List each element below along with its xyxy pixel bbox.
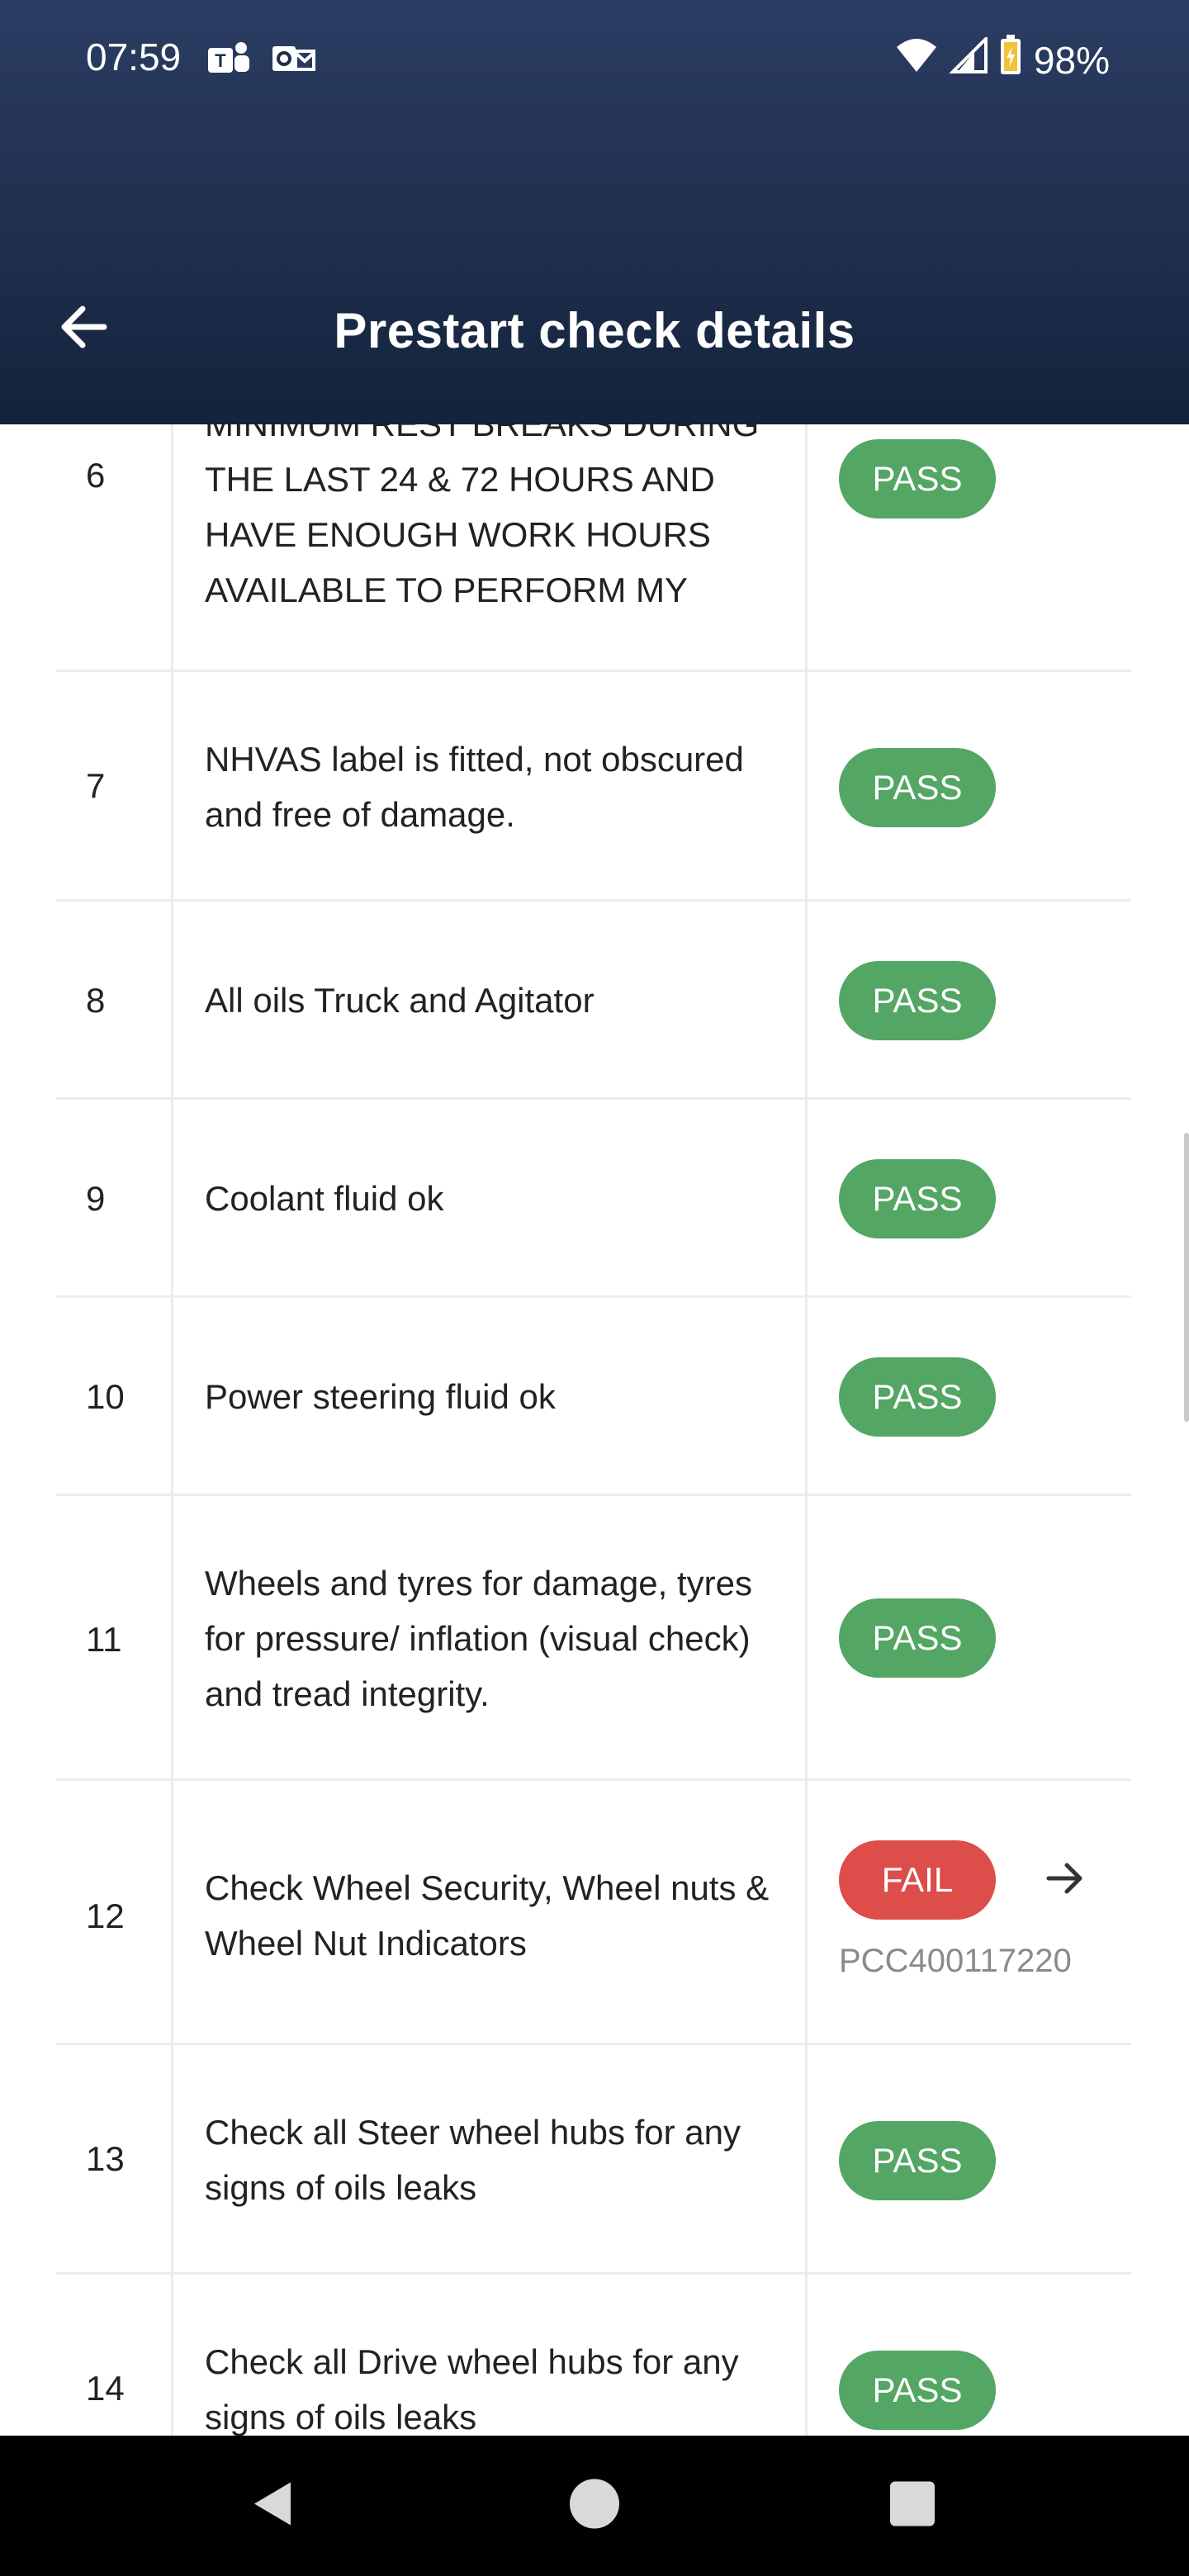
row-number: 12 <box>86 1896 125 1935</box>
pass-badge: PASS <box>839 2351 996 2430</box>
battery-percentage: 98% <box>1033 38 1110 82</box>
row-description: Check all Drive wheel hubs for any signs… <box>205 2342 739 2436</box>
row-description: Check Wheel Security, Wheel nuts & Wheel… <box>205 1868 770 1963</box>
status-bar: 07:59 T 98% <box>0 0 1189 116</box>
open-defect-button[interactable] <box>1030 1845 1100 1915</box>
table-row: 8 All oils Truck and Agitator PASS <box>56 902 1131 1100</box>
row-number: 8 <box>86 981 106 1020</box>
triangle-back-icon <box>248 2482 297 2534</box>
outlook-icon <box>271 40 317 78</box>
scrollbar[interactable] <box>1184 1133 1189 1422</box>
status-time: 07:59 <box>86 36 182 78</box>
pass-badge: PASS <box>839 1598 996 1678</box>
arrow-right-icon <box>1044 1857 1087 1904</box>
fail-badge: FAIL <box>839 1840 996 1920</box>
row-description: Check all Steer wheel hubs for any signs… <box>205 2113 741 2207</box>
table-row: 11 Wheels and tyres for damage, tyres fo… <box>56 1496 1131 1781</box>
status-right: 98% <box>895 35 1110 85</box>
row-number: 11 <box>86 1620 122 1659</box>
row-description: Coolant fluid ok <box>205 1179 444 1218</box>
table-row[interactable]: 12 Check Wheel Security, Wheel nuts & Wh… <box>56 1781 1131 2045</box>
pass-badge: PASS <box>839 2121 996 2200</box>
table-row: 10 Power steering fluid ok PASS <box>56 1298 1131 1496</box>
row-number: 9 <box>86 1179 106 1218</box>
defect-reference: PCC400117220 <box>839 1943 1072 1979</box>
wifi-icon <box>895 37 938 83</box>
row-number: 7 <box>86 766 106 805</box>
row-number: 14 <box>86 2369 125 2408</box>
system-nav-bar <box>0 2436 1189 2576</box>
row-description: All oils Truck and Agitator <box>205 981 594 1020</box>
row-number: 13 <box>86 2139 125 2178</box>
circle-home-icon <box>568 2479 621 2534</box>
row-description: NHVAS label is fitted, not obscured and … <box>205 740 744 834</box>
page-title: Prestart check details <box>334 303 855 358</box>
row-description: Power steering fluid ok <box>205 1377 556 1416</box>
row-description: Wheels and tyres for damage, tyres for p… <box>205 1564 752 1713</box>
nav-home-button[interactable] <box>568 2478 621 2535</box>
pass-badge: PASS <box>839 748 996 827</box>
row-number: 10 <box>86 1377 125 1416</box>
pass-badge: PASS <box>839 961 996 1040</box>
svg-text:T: T <box>215 50 226 71</box>
pass-badge: PASS <box>839 439 996 519</box>
pass-badge: PASS <box>839 1159 996 1238</box>
pass-badge: PASS <box>839 1357 996 1437</box>
app-bar: 07:59 T 98% Prestart check details <box>0 0 1189 424</box>
signal-icon <box>949 35 988 83</box>
table-row: 7 NHVAS label is fitted, not obscured an… <box>56 672 1131 902</box>
check-table: 6 MINIMUM REST BREAKS DURING THE LAST 24… <box>56 405 1131 2504</box>
nav-recents-button[interactable] <box>888 2480 936 2532</box>
teams-icon: T <box>206 40 253 78</box>
row-number: 6 <box>86 456 106 495</box>
nav-back-button[interactable] <box>248 2478 297 2535</box>
table-row: 6 MINIMUM REST BREAKS DURING THE LAST 24… <box>56 405 1131 672</box>
row-description: MINIMUM REST BREAKS DURING THE LAST 24 &… <box>205 405 759 609</box>
table-row: 13 Check all Steer wheel hubs for any si… <box>56 2045 1131 2275</box>
battery-icon <box>999 35 1022 85</box>
square-recents-icon <box>888 2481 936 2531</box>
table-row: 9 Coolant fluid ok PASS <box>56 1100 1131 1298</box>
